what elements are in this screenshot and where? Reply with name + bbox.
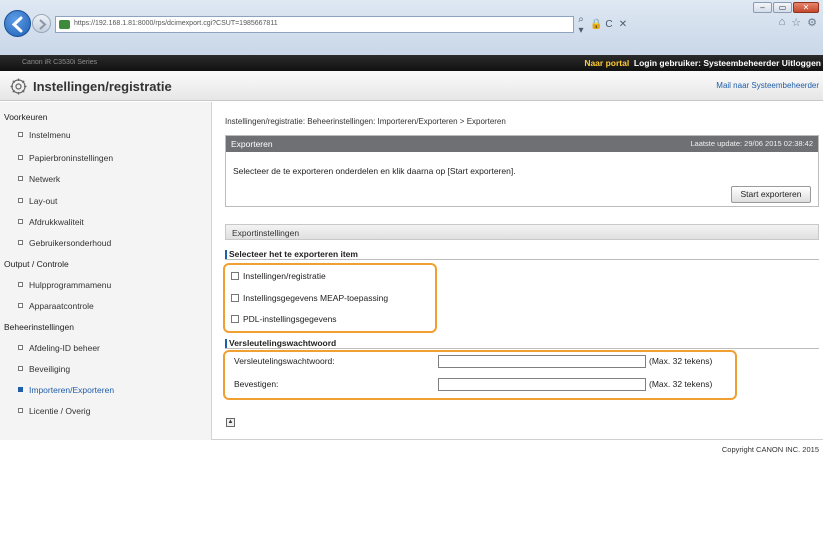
checkbox-label: PDL-instellingsgegevens [243,314,337,324]
copyright: Copyright CANON INC. 2015 [721,445,819,454]
password-label: Versleutelingswachtwoord: [234,356,335,366]
sidebar-item-papierbron[interactable]: Papierbroninstellingen [18,153,113,163]
bullet-icon [18,132,23,137]
items-heading: Selecteer het te exporteren item [225,249,819,260]
export-panel: Exporteren Laatste update: 29/06 2015 02… [225,135,819,207]
address-tools: ⌕ ▾ 🔒 C ✕ [576,14,628,36]
settings-gear-icon[interactable]: ⚙ [807,16,817,29]
bullet-icon [18,408,23,413]
minimize-button[interactable]: – [753,2,772,13]
sidebar-item-label: Licentie / Overig [29,406,91,416]
sidebar-item-instelmenu[interactable]: Instelmenu [18,130,71,140]
sidebar-item-layout[interactable]: Lay-out [18,196,57,206]
sidebar-item-apparaatcontrole[interactable]: Apparaatcontrole [18,301,94,311]
back-arrow-icon [11,16,23,33]
sidebar-item-importeren-exporteren[interactable]: Importeren/Exporteren [18,385,114,395]
bullet-icon [18,282,23,287]
breadcrumb: Instellingen/registratie: Beheerinstelli… [225,117,506,126]
export-settings-section: Exportinstellingen [225,224,819,240]
browser-chrome: – ▭ ✕ https://192.168.1.81:8000/rps/dcim… [0,0,823,55]
bullet-icon [18,219,23,224]
last-update-timestamp: Laatste update: 29/06 2015 02:38:42 [690,139,813,148]
page-title-bar: Instellingen/registratie Mail naar Syste… [0,71,823,101]
confirm-password-input[interactable] [438,378,646,391]
favorites-icon[interactable]: ☆ [791,16,801,29]
page-top-icon[interactable]: ▲ [226,418,235,427]
bullet-icon [18,303,23,308]
stop-icon[interactable]: ✕ [618,19,628,30]
sidebar-item-afdrukkwaliteit[interactable]: Afdrukkwaliteit [18,217,84,227]
app-header: Canon iR C3530i Series Naar portal Login… [0,55,823,71]
sidebar-item-label: Hulpprogrammamenu [29,280,112,290]
content-divider [212,439,823,440]
checkbox-label: Instellingen/registratie [243,271,326,281]
bullet-icon [18,387,23,392]
panel-title: Exporteren [231,139,273,149]
sidebar-item-label: Apparaatcontrole [29,301,94,311]
window-controls: – ▭ ✕ [753,2,819,13]
device-name: Canon iR C3530i Series [22,59,98,66]
sidebar-item-label: Afdeling-ID beheer [29,343,100,353]
sidebar-item-label: Gebruikersonderhoud [29,238,112,248]
forward-arrow-icon [39,19,47,30]
sidebar-heading-beheer: Beheerinstellingen [4,322,74,332]
lock-icon[interactable]: 🔒 [590,19,602,30]
mail-admin-link[interactable]: Mail naar Systeembeheerder [716,81,819,90]
sidebar-item-netwerk[interactable]: Netwerk [18,174,60,184]
bullet-icon [18,366,23,371]
sidebar-item-licentie[interactable]: Licentie / Overig [18,406,90,416]
password-hint: (Max. 32 tekens) [649,356,713,366]
checkbox[interactable] [231,272,239,280]
close-window-button[interactable]: ✕ [793,2,819,13]
sidebar-item-label: Papierbroninstellingen [29,153,114,163]
maximize-button[interactable]: ▭ [773,2,792,13]
home-icon[interactable]: ⌂ [779,16,786,29]
address-url: https://192.168.1.81:8000/rps/dcimexport… [74,20,278,27]
checkbox-label: Instellingsgegevens MEAP-toepassing [243,293,389,303]
sidebar-item-beveiliging[interactable]: Beveiliging [18,364,70,374]
item-pdl-instellingen[interactable]: PDL-instellingsgegevens [231,314,337,324]
login-user: Login gebruiker: Systeembeheerder [633,58,780,68]
portal-link[interactable]: Naar portal [584,58,629,68]
password-input[interactable] [438,355,646,368]
start-export-button[interactable]: Start exporteren [731,186,811,203]
item-meap-toepassing[interactable]: Instellingsgegevens MEAP-toepassing [231,293,388,303]
checkbox[interactable] [231,294,239,302]
confirm-hint: (Max. 32 tekens) [649,379,713,389]
bullet-icon [18,240,23,245]
confirm-label: Bevestigen: [234,379,279,389]
sidebar-item-label: Beveiliging [29,364,71,374]
sidebar-heading-voorkeuren: Voorkeuren [4,112,48,122]
sidebar-item-label: Instelmenu [29,130,71,140]
bullet-icon [18,345,23,350]
settings-gear-icon [10,78,27,95]
sidebar-item-label: Importeren/Exporteren [29,385,115,395]
sidebar-heading-output: Output / Controle [4,259,69,269]
panel-header: Exporteren Laatste update: 29/06 2015 02… [226,136,818,152]
checkbox[interactable] [231,315,239,323]
sidebar-item-gebruikersonderhoud[interactable]: Gebruikersonderhoud [18,238,111,248]
logout-link[interactable]: Uitloggen [782,58,821,68]
address-bar[interactable]: https://192.168.1.81:8000/rps/dcimexport… [55,16,574,33]
bullet-icon [18,155,23,160]
forward-button[interactable] [32,14,51,33]
browser-right-icons: ⌂ ☆ ⚙ [779,16,817,29]
sidebar: Voorkeuren Instelmenu Papierbroninstelli… [0,102,212,440]
page-title: Instellingen/registratie [33,79,172,94]
panel-description: Selecteer de te exporteren onderdelen en… [233,166,516,176]
sidebar-item-label: Lay-out [29,196,58,206]
sidebar-item-hulpprogrammamenu[interactable]: Hulpprogrammamenu [18,280,111,290]
password-heading: Versleutelingswachtwoord [225,338,819,349]
sidebar-item-label: Netwerk [29,174,61,184]
back-button[interactable] [4,10,31,37]
sidebar-item-label: Afdrukkwaliteit [29,217,84,227]
site-icon [59,20,70,29]
search-dropdown-icon[interactable]: ⌕ ▾ [576,14,586,36]
app-header-links: Naar portal Login gebruiker: Systeembehe… [584,58,821,68]
item-instellingen-registratie[interactable]: Instellingen/registratie [231,271,326,281]
bullet-icon [18,176,23,181]
bullet-icon [18,198,23,203]
refresh-icon[interactable]: C [604,19,614,30]
sidebar-item-afdeling-id[interactable]: Afdeling-ID beheer [18,343,100,353]
